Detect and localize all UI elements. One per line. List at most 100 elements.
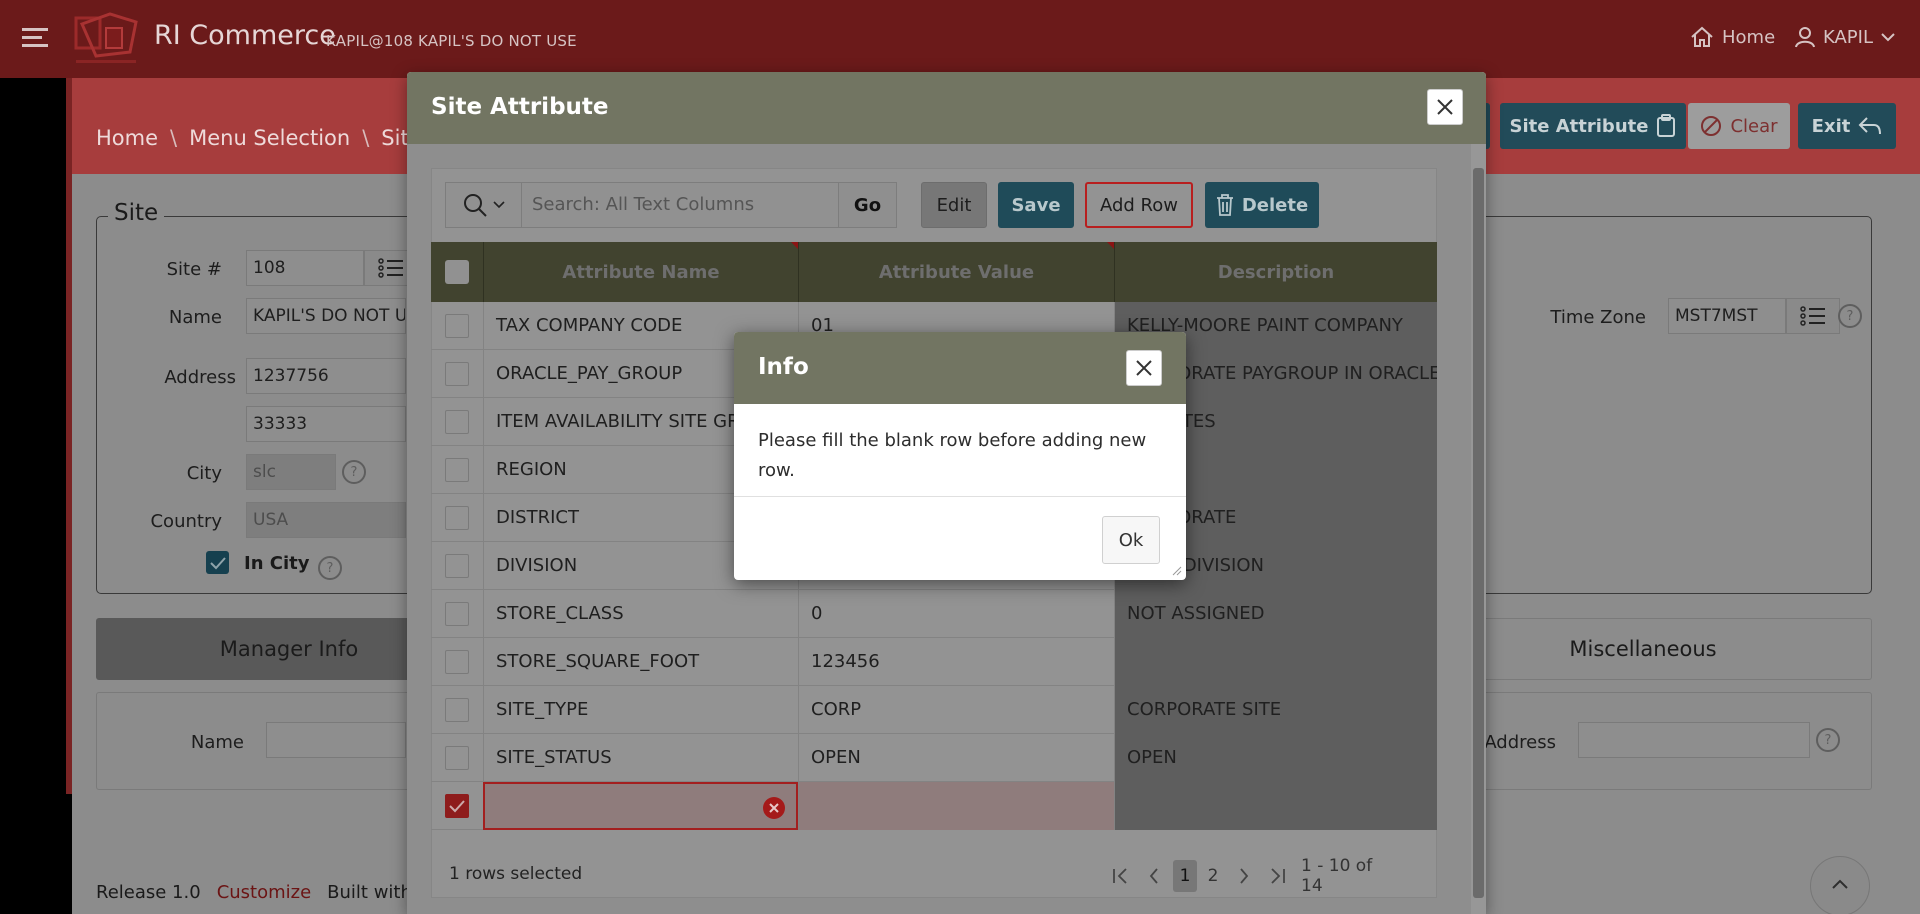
cell-description	[1114, 782, 1437, 830]
last-page-icon[interactable]	[1263, 860, 1291, 892]
row-select-checkbox[interactable]	[445, 650, 469, 674]
attribute-name-input-error[interactable]	[483, 782, 798, 830]
site-section-title: Site	[108, 200, 165, 226]
trash-icon	[1216, 194, 1234, 216]
clear-button[interactable]: Clear	[1688, 103, 1790, 149]
site-number-field[interactable]: 108	[246, 250, 364, 286]
user-name: KAPIL	[1823, 26, 1873, 48]
page-number-current[interactable]: 1	[1173, 860, 1197, 892]
row-select-checkbox[interactable]	[445, 746, 469, 770]
cell-description: CORPORATE SITE	[1114, 686, 1437, 734]
clipboard-icon	[1656, 114, 1676, 138]
breadcrumb: Home \ Menu Selection \ Site In	[96, 126, 448, 150]
row-select-checkbox[interactable]	[445, 362, 469, 386]
new-blank-row[interactable]	[431, 782, 1437, 830]
site-attribute-button[interactable]: Site Attribute	[1500, 103, 1686, 149]
edit-button[interactable]: Edit	[921, 182, 987, 228]
help-icon[interactable]: ?	[342, 460, 366, 484]
grid-search-input[interactable]: Search: All Text Columns	[522, 183, 838, 227]
table-row[interactable]: STORE_SQUARE_FOOT 123456	[431, 638, 1437, 686]
next-page-icon[interactable]	[1231, 860, 1257, 892]
city-label: City	[186, 463, 222, 484]
row-select-checkbox[interactable]	[445, 506, 469, 530]
list-icon[interactable]	[1786, 298, 1840, 334]
resize-grip-icon[interactable]	[1172, 566, 1182, 576]
add-row-button[interactable]: Add Row	[1085, 182, 1193, 228]
home-icon	[1690, 26, 1714, 48]
table-row[interactable]: SITE_STATUS OPEN OPEN	[431, 734, 1437, 782]
go-button[interactable]: Go	[838, 183, 896, 227]
save-button[interactable]: Save	[998, 182, 1074, 228]
time-zone-field[interactable]: MST7MST	[1668, 298, 1786, 334]
reply-icon	[1858, 116, 1882, 136]
grid-search-bar: Search: All Text Columns Go	[445, 182, 897, 228]
menu-icon[interactable]	[22, 28, 48, 48]
address-line2-field[interactable]: 33333	[246, 406, 406, 442]
dialog-close-button[interactable]	[1427, 89, 1463, 125]
nav-home-label: Home	[1722, 26, 1776, 48]
time-zone-label: Time Zone	[1550, 307, 1646, 328]
page-range: 1 - 10 of 14	[1301, 856, 1373, 896]
cell-attribute-name[interactable]: STORE_CLASS	[483, 590, 798, 638]
ri-commerce-logo	[70, 8, 146, 70]
cell-attribute-value[interactable]: 0	[798, 590, 1114, 638]
row-select-checkbox[interactable]	[445, 554, 469, 578]
chevron-up-icon	[1832, 879, 1848, 914]
country-label: Country	[150, 511, 222, 532]
breadcrumb-menu-selection[interactable]: Menu Selection	[189, 126, 350, 150]
first-page-icon[interactable]	[1107, 860, 1135, 892]
row-select-checkbox[interactable]	[445, 602, 469, 626]
scroll-to-top-button[interactable]	[1810, 856, 1870, 914]
cell-attribute-value[interactable]: 123456	[798, 638, 1114, 686]
row-select-checkbox[interactable]	[445, 698, 469, 722]
dialog-scrollbar-thumb[interactable]	[1473, 168, 1484, 898]
column-header-description[interactable]: Description	[1114, 242, 1437, 302]
dialog-scrollbar[interactable]	[1471, 144, 1486, 914]
ok-button[interactable]: Ok	[1102, 516, 1160, 564]
breadcrumb-home[interactable]: Home	[96, 126, 158, 150]
manager-address-field[interactable]	[1578, 722, 1810, 758]
cell-description: NOT ASSIGNED	[1114, 590, 1437, 638]
column-header-attribute-name[interactable]: Attribute Name	[483, 242, 798, 302]
breadcrumb-separator: \	[362, 126, 370, 150]
previous-page-icon[interactable]	[1141, 860, 1167, 892]
manager-name-field[interactable]	[266, 722, 406, 758]
cell-description	[1114, 638, 1437, 686]
search-icon	[463, 193, 487, 217]
cell-attribute-name[interactable]: SITE_TYPE	[483, 686, 798, 734]
cell-attribute-name[interactable]: SITE_STATUS	[483, 734, 798, 782]
row-select-checkbox[interactable]	[445, 410, 469, 434]
left-nav-strip	[66, 78, 72, 794]
info-close-button[interactable]	[1126, 350, 1162, 386]
customize-link[interactable]: Customize	[217, 882, 311, 903]
attribute-value-input[interactable]	[798, 782, 1114, 830]
row-select-checkbox-checked[interactable]	[445, 794, 469, 818]
address-line1-field[interactable]: 1237756	[246, 358, 406, 394]
exit-button[interactable]: Exit	[1798, 103, 1896, 149]
help-icon[interactable]: ?	[1816, 728, 1840, 752]
column-header-attribute-value[interactable]: Attribute Value	[798, 242, 1114, 302]
table-row[interactable]: SITE_TYPE CORP CORPORATE SITE	[431, 686, 1437, 734]
cell-attribute-value[interactable]: OPEN	[798, 734, 1114, 782]
help-icon[interactable]: ?	[1838, 304, 1862, 328]
row-select-checkbox[interactable]	[445, 314, 469, 338]
exit-label: Exit	[1811, 115, 1851, 137]
name-field[interactable]: KAPIL'S DO NOT USE	[246, 298, 406, 334]
row-select-checkbox[interactable]	[445, 458, 469, 482]
help-icon[interactable]: ?	[318, 556, 342, 580]
page-number[interactable]: 2	[1201, 860, 1225, 892]
in-city-checkbox[interactable]	[206, 551, 229, 574]
user-menu[interactable]: KAPIL	[1795, 26, 1895, 48]
release-label: Release 1.0	[96, 882, 201, 903]
select-all-checkbox[interactable]	[445, 260, 469, 284]
delete-button[interactable]: Delete	[1205, 182, 1319, 228]
nav-home-link[interactable]: Home	[1690, 26, 1775, 48]
cell-attribute-name[interactable]: STORE_SQUARE_FOOT	[483, 638, 798, 686]
close-icon	[1436, 98, 1454, 116]
address-label: Address	[164, 367, 236, 388]
search-column-selector[interactable]	[446, 183, 522, 227]
name-label: Name	[168, 307, 222, 328]
table-row[interactable]: STORE_CLASS 0 NOT ASSIGNED	[431, 590, 1437, 638]
info-dialog: Info Please fill the blank row before ad…	[734, 332, 1186, 580]
cell-attribute-value[interactable]: CORP	[798, 686, 1114, 734]
